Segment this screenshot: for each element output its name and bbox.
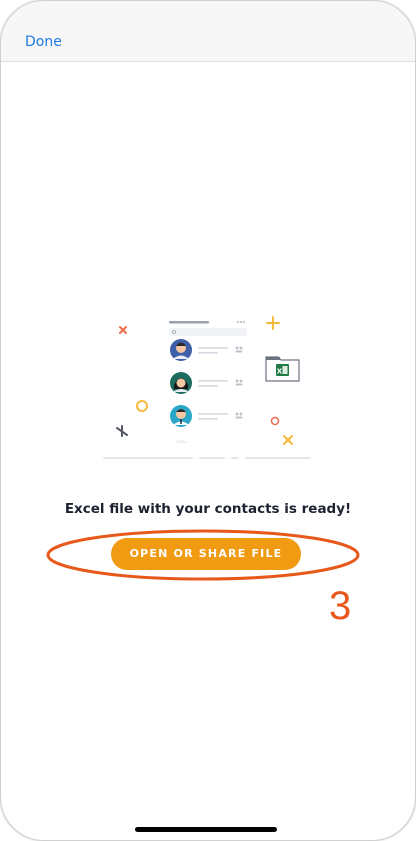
done-button[interactable]: Done <box>25 34 62 50</box>
home-indicator[interactable] <box>135 827 277 832</box>
contact-avatar-1 <box>170 339 192 361</box>
contact-people-icon <box>235 379 243 386</box>
decor-cross-dark-icon <box>116 425 128 437</box>
export-ready-message: Excel file with your contacts is ready! <box>64 501 352 517</box>
decor-circle-yellow-icon <box>136 400 148 412</box>
decor-cross-red-icon <box>119 326 127 334</box>
annotation-step-number: 3 <box>329 584 352 628</box>
decor-circle-red-icon <box>270 416 280 426</box>
contact-avatar-3 <box>170 405 192 427</box>
decor-cross-yellow-icon <box>283 435 293 445</box>
phone-screen: Done X Excel file with your contacts is … <box>0 0 416 841</box>
contact-list-card <box>169 321 247 443</box>
illustration-ground-line <box>103 457 311 459</box>
contact-people-icon <box>235 412 243 419</box>
excel-badge-letter: X <box>277 368 283 376</box>
navigation-bar: Done <box>1 1 415 62</box>
contact-avatar-2 <box>170 372 192 394</box>
excel-file-icon: X <box>265 356 300 382</box>
open-or-share-file-button[interactable]: OPEN OR SHARE FILE <box>111 538 301 570</box>
contact-people-icon <box>235 346 243 353</box>
decor-plus-yellow-icon <box>266 316 280 330</box>
contacts-export-illustration: X <box>103 316 311 459</box>
